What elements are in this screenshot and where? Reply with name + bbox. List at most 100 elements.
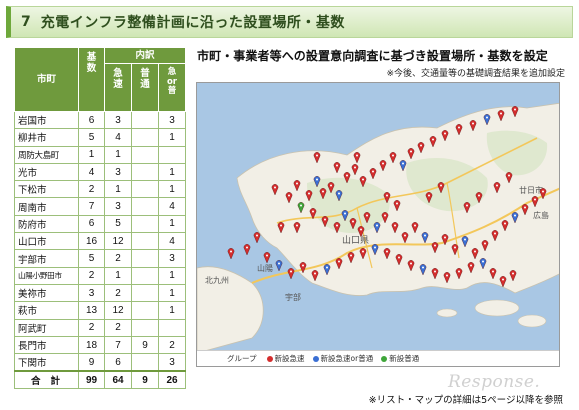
map-label-kitakyushu: 北九州	[205, 276, 229, 285]
cell-city: 下松市	[14, 180, 79, 199]
cell-city: 岩国市	[14, 110, 79, 130]
legend-item-rapid: 新設急速	[266, 353, 305, 364]
cell-city: 阿武町	[14, 318, 79, 337]
cell-either: 3	[158, 110, 186, 130]
legend-normal-dot	[381, 355, 388, 362]
map-canvas[interactable]: 山口県 北九州 宇部 山陽 廿日市 広島	[197, 83, 560, 353]
cell-rapid: 2	[104, 249, 132, 268]
total-cell-total: 99	[78, 369, 105, 390]
cell-either: 1	[158, 214, 186, 234]
header-rapid-or-normal: 急 or 普	[158, 63, 186, 112]
map-label-yamaguchi: 山口県	[342, 235, 369, 246]
total-cell-rapid: 64	[104, 369, 132, 390]
cell-normal	[131, 301, 159, 320]
cell-rapid: 7	[104, 335, 132, 355]
cell-normal	[131, 249, 159, 268]
cell-city: 光市	[14, 162, 79, 182]
cell-normal	[131, 318, 159, 337]
legend-normal-label: 新設普通	[389, 354, 420, 363]
charging-sites-table: 市町 基数 内訳 急速 普通 急 or 普 岩国市 6 3 3 柳井市 5 4 1 周防大島町 1 1 光…	[14, 47, 186, 390]
cell-either: 1	[158, 301, 186, 320]
cell-either: 1	[158, 180, 186, 199]
legend-item-either: 新設急速or普通	[312, 353, 374, 364]
cell-either	[158, 145, 186, 164]
legend-item-normal: 新設普通	[381, 353, 419, 364]
header-city: 市町	[14, 47, 79, 112]
cell-total: 2	[78, 266, 105, 285]
table-row: 美祢市 3 2 1	[14, 283, 186, 303]
cell-city: 下関市	[14, 353, 79, 372]
cell-either: 1	[158, 266, 186, 285]
cell-city: 柳井市	[14, 128, 79, 147]
total-cell-either: 26	[158, 369, 186, 390]
section-title: 充電インフラ整備計画に沿った設置場所・基数	[40, 15, 345, 31]
cell-total: 7	[78, 197, 105, 216]
cell-normal	[131, 180, 159, 199]
cell-city: 長門市	[14, 335, 79, 355]
cell-either	[158, 318, 186, 337]
cell-city: 美祢市	[14, 283, 79, 303]
table-row: 山陽小野田市 2 1 1	[14, 266, 186, 285]
cell-normal	[131, 353, 159, 372]
legend-group-label: グループ	[227, 354, 257, 363]
cell-either: 3	[158, 249, 186, 268]
cell-rapid: 3	[104, 197, 132, 216]
cell-rapid: 1	[104, 145, 132, 164]
total-cell-normal: 9	[131, 369, 159, 390]
cell-normal	[131, 110, 159, 130]
map-label-hatsukaichi: 廿日市	[519, 185, 543, 195]
legend-either-dot	[312, 355, 319, 362]
cell-either: 4	[158, 232, 186, 251]
cell-city: 宇部市	[14, 249, 79, 268]
cell-rapid: 1	[104, 266, 132, 285]
charging-map[interactable]: 山口県 北九州 宇部 山陽 廿日市 広島 グループ 新設急速 新設急速or普通 …	[196, 82, 560, 367]
header-breakdown: 内訳	[104, 47, 186, 64]
map-heading: 市町・事業者等への設置意向調査に基づき設置場所・基数を設定	[197, 49, 548, 63]
cell-normal	[131, 266, 159, 285]
map-legend: グループ 新設急速 新設急速or普通 新設普通	[197, 350, 559, 366]
table-row: 下松市 2 1 1	[14, 180, 186, 199]
cell-either: 3	[158, 353, 186, 372]
map-subnote: ※今後、交通量等の基礎調査結果を追加設定	[386, 69, 565, 79]
cell-total: 13	[78, 301, 105, 320]
table-row: 長門市 18 7 9 2	[14, 335, 186, 355]
cell-rapid: 3	[104, 162, 132, 182]
cell-either: 1	[158, 128, 186, 147]
cell-either: 2	[158, 335, 186, 355]
cell-rapid: 12	[104, 232, 132, 251]
map-label-sanyo: 山陽	[257, 263, 273, 273]
total-cell-city: 合計	[14, 369, 79, 390]
header-total: 基数	[78, 47, 105, 112]
table-row: 山口市 16 12 4	[14, 232, 186, 251]
section-number: 7	[21, 14, 31, 30]
table-row: 柳井市 5 4 1	[14, 128, 186, 147]
cell-total: 4	[78, 162, 105, 182]
cell-rapid: 3	[104, 110, 132, 130]
table-row: 萩市 13 12 1	[14, 301, 186, 320]
map-label-ube: 宇部	[285, 292, 301, 302]
header-normal: 普通	[131, 63, 159, 112]
cell-total: 5	[78, 128, 105, 147]
cell-total: 5	[78, 249, 105, 268]
cell-either: 4	[158, 197, 186, 216]
legend-either-label: 新設急速or普通	[320, 354, 374, 363]
cell-rapid: 4	[104, 128, 132, 147]
table-row: 下関市 9 6 3	[14, 353, 186, 372]
cell-total: 2	[78, 318, 105, 337]
section-title-bar: 7 充電インフラ整備計画に沿った設置場所・基数	[6, 6, 573, 38]
watermark-logo: Response.	[448, 372, 541, 392]
cell-rapid: 1	[104, 180, 132, 199]
legend-rapid-dot	[266, 355, 273, 362]
table-row: 周南市 7 3 4	[14, 197, 186, 216]
cell-city: 山口市	[14, 232, 79, 251]
cell-total: 9	[78, 353, 105, 372]
cell-normal	[131, 214, 159, 234]
legend-rapid-label: 新設急速	[274, 354, 305, 363]
cell-rapid: 6	[104, 353, 132, 372]
cell-normal: 9	[131, 335, 159, 355]
cell-normal	[131, 145, 159, 164]
cell-city: 防府市	[14, 214, 79, 234]
footnote: ※リスト・マップの詳細は5ページ以降を参照	[368, 395, 563, 406]
table-row: 岩国市 6 3 3	[14, 110, 186, 130]
cell-total: 6	[78, 110, 105, 130]
